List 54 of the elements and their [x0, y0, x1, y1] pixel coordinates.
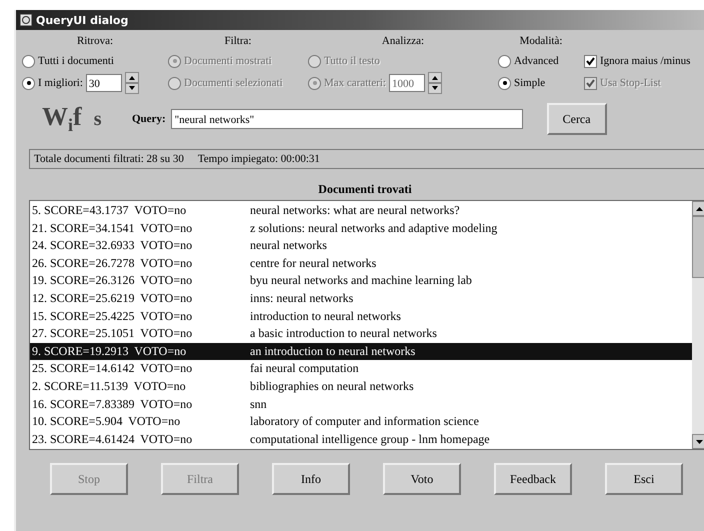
- radio-label: Simple: [514, 77, 546, 89]
- checkbox-label: Usa Stop-List: [600, 77, 661, 89]
- radio-button[interactable]: [22, 54, 35, 68]
- group-heading: Modalità:: [518, 34, 564, 49]
- scrollbar[interactable]: [692, 201, 704, 449]
- result-row[interactable]: 16. SCORE=7.83389 VOTO=no snn: [30, 396, 692, 414]
- result-row[interactable]: 9. SCORE=19.2913 VOTO=no an introduction to neural networks: [30, 342, 692, 360]
- radio-label: Documenti mostrati: [184, 55, 272, 67]
- search-button[interactable]: Cerca: [546, 103, 607, 135]
- group-heading: Analizza:: [380, 34, 426, 49]
- action-button[interactable]: Info: [272, 463, 350, 495]
- result-row[interactable]: 23. SCORE=4.61424 VOTO=no computational intelligence group - lnm homepage: [30, 430, 692, 448]
- radio-label: Documenti selezionati: [184, 77, 283, 89]
- down-arrow-icon: [695, 438, 704, 444]
- action-button[interactable]: Voto: [383, 463, 461, 495]
- radio-label: Max caratteri:: [324, 77, 386, 89]
- result-row[interactable]: 27. SCORE=25.1051 VOTO=no a basic introduction to neural networks: [30, 325, 692, 343]
- result-row[interactable]: 5. SCORE=43.1737 VOTO=no neural networks: what are neural networks?: [30, 202, 692, 220]
- result-row[interactable]: 25. SCORE=14.6142 VOTO=no fai neural computation: [30, 360, 692, 378]
- radio-label: Tutto il testo: [324, 55, 380, 67]
- result-row[interactable]: 24. SCORE=32.6933 VOTO=no neural networks: [30, 237, 692, 255]
- result-row[interactable]: 2. SCORE=11.5139 VOTO=no bibliographies on neural networks: [30, 378, 692, 396]
- radio-button[interactable]: [22, 76, 35, 90]
- result-row[interactable]: 12. SCORE=25.6219 VOTO=no inns: neural networks: [30, 290, 692, 308]
- result-row[interactable]: 19. SCORE=26.3126 VOTO=no byu neural networks and machine learning lab: [30, 272, 692, 290]
- window-title: QueryUI dialog: [36, 14, 128, 26]
- checkbox-label: Ignora maius /minus: [600, 55, 690, 67]
- filtered-count: Totale documenti filtrati: 28 su 30: [34, 153, 184, 165]
- group-heading: Ritrova:: [76, 34, 114, 49]
- app-icon: [19, 13, 33, 27]
- number-field[interactable]: 30: [86, 74, 122, 92]
- logo-text: W$_{i}$f s: [42, 102, 102, 136]
- radio-label: Tutti i documenti: [38, 55, 114, 67]
- query-label: Query:: [132, 113, 166, 125]
- action-button[interactable]: Feedback: [494, 463, 572, 495]
- results-heading: Documenti trovati: [317, 182, 413, 196]
- group-heading: Filtra:: [224, 34, 252, 49]
- radio-button[interactable]: [498, 76, 511, 90]
- elapsed-time: Tempo impiegato: 00:00:31: [198, 153, 320, 165]
- radio-button[interactable]: [498, 54, 511, 68]
- scroll-up-button[interactable]: [692, 201, 704, 216]
- spin-buttons[interactable]: [428, 72, 442, 94]
- result-row[interactable]: 15. SCORE=25.4225 VOTO=no introduction to neural networks: [30, 308, 692, 326]
- checkbox[interactable]: [584, 54, 597, 68]
- action-button[interactable]: Esci: [605, 463, 683, 495]
- up-arrow-icon: [695, 206, 704, 212]
- result-row[interactable]: 10. SCORE=5.904 VOTO=no laboratory of computer and information science: [30, 413, 692, 431]
- radio-label: Advanced: [514, 55, 559, 67]
- scroll-down-button[interactable]: [692, 434, 704, 449]
- query-field[interactable]: "neural networks": [170, 109, 523, 129]
- radio-label: I migliori:: [38, 77, 83, 89]
- result-row[interactable]: 26. SCORE=26.7278 VOTO=no centre for neural networks: [30, 254, 692, 272]
- spin-buttons[interactable]: [124, 72, 139, 94]
- result-row[interactable]: 21. SCORE=34.1541 VOTO=no z solutions: neural networks and adaptive modeling: [30, 220, 692, 238]
